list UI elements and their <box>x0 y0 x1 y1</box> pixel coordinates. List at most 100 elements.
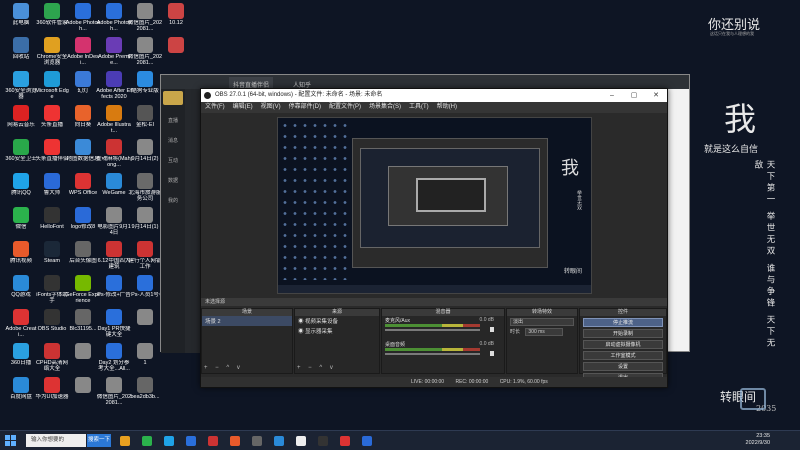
menu-docks[interactable]: 停靠部件(D) <box>285 102 325 113</box>
app-icon <box>44 241 60 257</box>
app-icon <box>137 71 153 87</box>
scenes-header: 场景 <box>202 309 292 316</box>
volume-slider[interactable] <box>385 353 480 355</box>
menu-view[interactable]: 视图(V) <box>257 102 285 113</box>
app-icon <box>137 173 153 189</box>
app-icon <box>168 37 184 53</box>
sidebar-item[interactable]: 我的 <box>161 187 185 207</box>
taskbar-app-icon[interactable] <box>362 436 372 446</box>
duration-label: 时长 <box>510 329 521 335</box>
search-button[interactable]: 搜索一下 <box>87 434 111 447</box>
app-icon <box>13 207 29 223</box>
scene-item[interactable]: 场景 2 <box>202 316 292 326</box>
clock-time: 23:35 <box>756 433 770 439</box>
source-item[interactable]: ◉ 视频采集设备 <box>295 316 379 326</box>
taskbar-app-icon[interactable] <box>252 436 262 446</box>
menu-tools[interactable]: 工具(T) <box>405 102 433 113</box>
source-label: 显示器采集 <box>305 329 333 335</box>
mixer-channel: 麦克风/Aux 0.0 dB <box>382 316 504 336</box>
duration-row: 时长 300 ms <box>507 328 577 336</box>
source-tools[interactable]: + − ^ v <box>297 365 336 371</box>
obs-titlebar[interactable]: OBS 27.0.1 (64-bit, windows) - 配置文件: 未命名… <box>201 89 667 102</box>
minimize-button[interactable]: – <box>601 89 623 102</box>
volume-knob[interactable] <box>490 327 494 332</box>
stop-streaming-button[interactable]: 停止推流 <box>583 318 663 327</box>
menu-scene-collection[interactable]: 场景集合(S) <box>365 102 405 113</box>
sidebar-item[interactable]: 数据 <box>161 167 185 187</box>
settings-button[interactable]: 设置 <box>583 362 663 371</box>
volume-slider[interactable] <box>385 329 480 331</box>
sidebar-item[interactable]: 互动 <box>161 147 185 167</box>
app-icon <box>137 3 153 19</box>
rec-status: REC: 00:00:00 <box>455 379 489 385</box>
studio-mode-button[interactable]: 工作室模式 <box>583 351 663 360</box>
taskbar-app-icon[interactable] <box>230 436 240 446</box>
desktop-icon[interactable]: 金松-EI <box>127 105 163 134</box>
taskbar-app-icon[interactable] <box>142 436 152 446</box>
app-icon <box>106 71 122 87</box>
taskbar-app-icon[interactable] <box>208 436 218 446</box>
controls-dock: 控件 停止推流 开始录制 启动虚拟摄像机 工作室模式 设置 退出 <box>579 308 667 382</box>
eye-icon[interactable]: ◉ <box>298 329 305 335</box>
start-button[interactable] <box>5 435 16 446</box>
app-icon <box>44 207 60 223</box>
close-button[interactable]: ✕ <box>645 89 667 102</box>
start-recording-button[interactable]: 开始录制 <box>583 329 663 338</box>
taskbar-app-icon[interactable] <box>318 436 328 446</box>
duration-input[interactable]: 300 ms <box>525 328 564 336</box>
obs-logo-icon <box>204 92 211 99</box>
desktop-icon[interactable]: 酷狗专业版 <box>127 71 163 100</box>
app-icon <box>137 37 153 53</box>
desktop-icon[interactable]: 1 <box>127 343 163 372</box>
taskbar-app-icon[interactable] <box>186 436 196 446</box>
sidebar-item[interactable]: 消息 <box>161 127 185 147</box>
app-icon <box>106 309 122 325</box>
source-item[interactable]: ◉ 显示器采集 <box>295 326 379 336</box>
desktop-icon[interactable]: 10.12 <box>158 3 194 32</box>
menu-file[interactable]: 文件(F) <box>201 102 229 113</box>
clock[interactable]: 23:35 2022/9/30 <box>746 433 770 447</box>
virtual-camera-button[interactable]: 启动虚拟摄像机 <box>583 340 663 349</box>
taskbar-app-icon[interactable] <box>296 436 306 446</box>
volume-knob[interactable] <box>490 351 494 356</box>
eye-icon[interactable]: ◉ <box>298 319 305 325</box>
channel-db: 0.0 dB <box>479 341 494 347</box>
maximize-button[interactable]: ▢ <box>623 89 645 102</box>
app-icon <box>44 105 60 121</box>
desktop-icon[interactable]: 9月14日(1) <box>127 207 163 236</box>
search-input[interactable]: 输入你想要的 <box>26 434 86 447</box>
obs-window[interactable]: OBS 27.0.1 (64-bit, windows) - 配置文件: 未命名… <box>200 88 668 388</box>
transitions-dock: 转场特效 淡出 时长 300 ms <box>506 308 578 374</box>
desktop-icon-label: 1 <box>143 360 147 366</box>
app-icon <box>13 275 29 291</box>
transition-select[interactable]: 淡出 <box>510 318 574 326</box>
sources-dock: 来源 ◉ 视频采集设备 ◉ 显示器采集 + − ^ v <box>294 308 380 374</box>
wallpaper-column: 天下第一 <box>765 160 775 206</box>
menu-edit[interactable]: 编辑(E) <box>229 102 257 113</box>
sidebar-item[interactable]: 直播 <box>161 107 185 127</box>
controls-header: 控件 <box>580 309 666 316</box>
taskbar-app-icon[interactable] <box>274 436 284 446</box>
desktop-icon-label: 金松-EI <box>135 122 155 128</box>
scene-tools[interactable]: + − ^ v <box>204 365 243 371</box>
obs-menubar: 文件(F) 编辑(E) 视图(V) 停靠部件(D) 配置文件(P) 场景集合(S) 工具(T… <box>201 102 667 113</box>
app-icon <box>75 275 91 291</box>
app-icon <box>75 105 91 121</box>
taskbar-app-icon[interactable] <box>120 436 130 446</box>
desktop-icon[interactable] <box>158 37 194 66</box>
app-icon <box>75 71 91 87</box>
taskbar-app-icon[interactable] <box>340 436 350 446</box>
taskbar-app-icon[interactable] <box>164 436 174 446</box>
preview-desktop-icons <box>280 120 350 280</box>
app-icon <box>137 207 153 223</box>
desktop-icon[interactable]: 9月14日(2) <box>127 139 163 168</box>
background-tabbar: 抖音直播伴侣 人知乎 <box>161 75 689 89</box>
desktop-icon[interactable]: bea2db3b... <box>127 377 163 406</box>
obs-preview[interactable]: 我 举世无双 转眼间 <box>277 117 592 294</box>
desktop-icon[interactable]: 北海市旅游服务公司 <box>127 173 163 202</box>
background-sidebar: 直播 消息 互动 数据 我的 <box>161 89 185 353</box>
app-icon <box>75 173 91 189</box>
menu-profile[interactable]: 配置文件(P) <box>325 102 365 113</box>
app-icon <box>13 71 29 87</box>
menu-help[interactable]: 帮助(H) <box>433 102 461 113</box>
